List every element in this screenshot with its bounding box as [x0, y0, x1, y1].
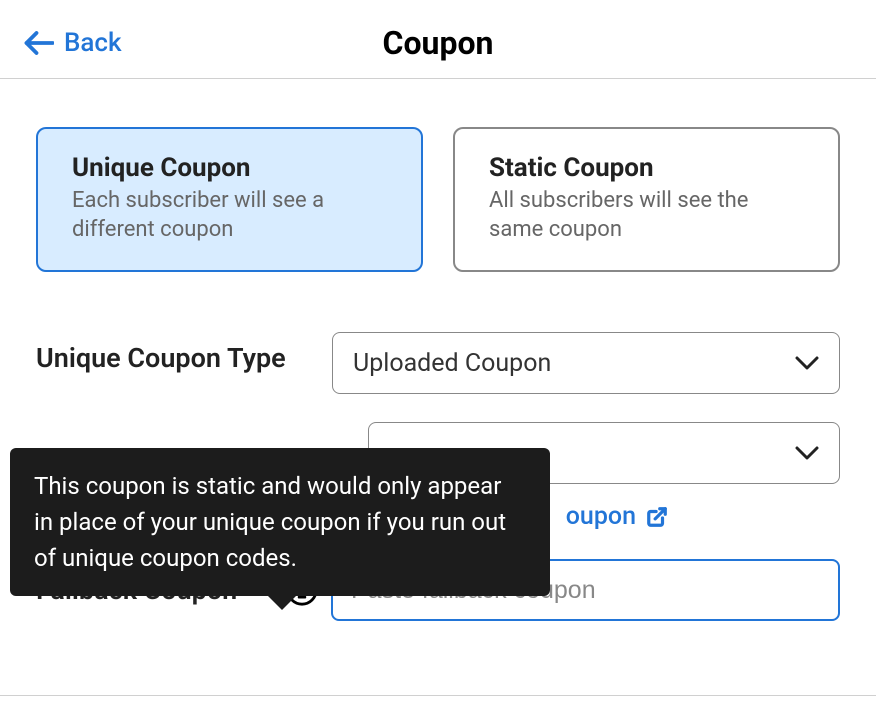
arrow-left-icon: [24, 30, 54, 56]
option-unique-desc: Each subscriber will see a different cou…: [72, 187, 387, 244]
fallback-tooltip-text: This coupon is static and would only app…: [34, 472, 506, 572]
chevron-down-icon: [795, 356, 819, 370]
back-button[interactable]: Back: [24, 28, 122, 58]
external-link-icon: [646, 506, 668, 528]
unique-coupon-type-value: Uploaded Coupon: [353, 349, 551, 378]
chevron-down-icon: [795, 446, 819, 460]
option-unique-coupon[interactable]: Unique Coupon Each subscriber will see a…: [36, 127, 423, 272]
option-static-title: Static Coupon: [489, 153, 804, 183]
back-label: Back: [64, 28, 122, 58]
page-title: Coupon: [383, 24, 494, 62]
option-static-coupon[interactable]: Static Coupon All subscribers will see t…: [453, 127, 840, 272]
unique-coupon-type-row: Unique Coupon Type Uploaded Coupon: [36, 332, 840, 394]
unique-coupon-type-label: Unique Coupon Type: [36, 332, 332, 376]
fallback-tooltip: This coupon is static and would only app…: [10, 448, 550, 596]
coupon-type-options: Unique Coupon Each subscriber will see a…: [36, 127, 840, 272]
option-static-desc: All subscribers will see the same coupon: [489, 187, 804, 244]
unique-coupon-type-select[interactable]: Uploaded Coupon: [332, 332, 840, 394]
option-unique-title: Unique Coupon: [72, 153, 387, 183]
page-header: Back Coupon: [0, 0, 876, 78]
bottom-divider: [0, 695, 876, 696]
unique-coupon-type-control: Uploaded Coupon: [332, 332, 840, 394]
manage-coupon-link-text: oupon: [566, 502, 636, 531]
